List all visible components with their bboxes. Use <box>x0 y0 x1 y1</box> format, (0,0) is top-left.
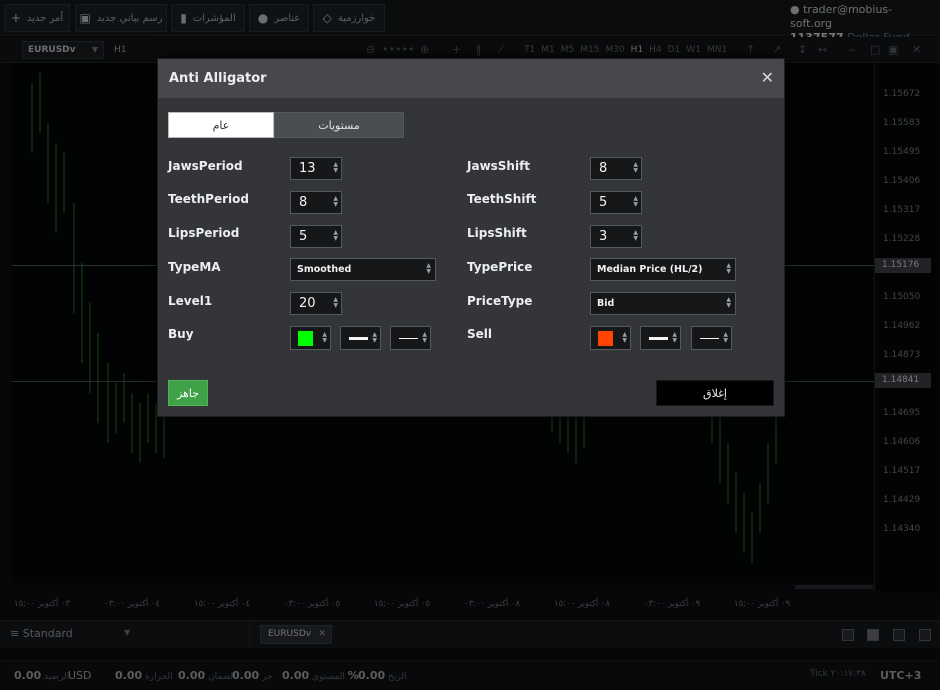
line-style-icon <box>399 338 418 339</box>
level1-input[interactable]: 20 ▲ ▼ <box>290 292 342 315</box>
buy-label: Buy <box>168 327 194 341</box>
ok-button[interactable]: جاهز <box>168 380 208 406</box>
indicator-settings-dialog: Anti Alligator ✕ عام مستويات JawsPeriod … <box>157 58 785 417</box>
dialog-header: Anti Alligator ✕ <box>158 59 784 98</box>
jaws-shift-value: 8 <box>599 161 608 176</box>
price-type-select[interactable]: Bid ▲ ▼ <box>590 292 736 315</box>
sell-label: Sell <box>467 327 493 341</box>
sell-line-width-select[interactable]: ▲ ▼ <box>640 326 681 350</box>
spinner-arrows-icon[interactable]: ▲ ▼ <box>633 230 638 242</box>
sell-color-picker[interactable]: ▲ ▼ <box>590 326 631 350</box>
teeth-shift-label: TeethShift <box>467 192 537 206</box>
spinner-arrows-icon[interactable]: ▲ ▼ <box>633 196 638 208</box>
select-arrows-icon: ▲ ▼ <box>726 296 731 309</box>
tab-levels[interactable]: مستويات <box>274 112 404 138</box>
level1-value: 20 <box>299 296 316 311</box>
line-style-icon <box>700 338 719 339</box>
select-arrows-icon: ▲ ▼ <box>422 331 427 344</box>
spinner-arrows-icon[interactable]: ▲ ▼ <box>333 297 338 309</box>
close-button[interactable]: إغلاق <box>656 380 774 406</box>
lips-shift-label: LipsShift <box>467 226 527 240</box>
select-arrows-icon: ▲ ▼ <box>426 262 431 275</box>
buy-line-style-select[interactable]: ▲ ▼ <box>390 326 431 350</box>
teeth-period-input[interactable]: 8 ▲ ▼ <box>290 191 342 214</box>
type-price-value: Median Price (HL/2) <box>597 264 703 275</box>
type-ma-select[interactable]: Smoothed ▲ ▼ <box>290 258 436 281</box>
sell-line-style-select[interactable]: ▲ ▼ <box>691 326 732 350</box>
close-icon[interactable]: ✕ <box>761 68 774 87</box>
select-arrows-icon: ▲ ▼ <box>322 331 327 344</box>
lips-period-input[interactable]: 5 ▲ ▼ <box>290 225 342 248</box>
type-price-label: TypePrice <box>467 260 533 274</box>
teeth-shift-value: 5 <box>599 195 608 210</box>
lips-shift-value: 3 <box>599 229 608 244</box>
lips-period-label: LipsPeriod <box>168 226 240 240</box>
line-width-icon <box>349 337 368 340</box>
select-arrows-icon: ▲ ▼ <box>723 331 728 344</box>
teeth-period-value: 8 <box>299 195 308 210</box>
price-type-label: PriceType <box>467 294 533 308</box>
buy-color-picker[interactable]: ▲ ▼ <box>290 326 331 350</box>
type-ma-label: TypeMA <box>168 260 221 274</box>
buy-line-width-select[interactable]: ▲ ▼ <box>340 326 381 350</box>
type-ma-value: Smoothed <box>297 264 352 275</box>
select-arrows-icon: ▲ ▼ <box>726 262 731 275</box>
tab-general[interactable]: عام <box>168 112 274 138</box>
jaws-period-value: 13 <box>299 161 316 176</box>
spinner-arrows-icon[interactable]: ▲ ▼ <box>333 162 338 174</box>
jaws-shift-input[interactable]: 8 ▲ ▼ <box>590 157 642 180</box>
price-type-value: Bid <box>597 298 615 309</box>
select-arrows-icon: ▲ ▼ <box>672 331 677 344</box>
select-arrows-icon: ▲ ▼ <box>372 331 377 344</box>
trading-app: + أمر جديد ▣ رسم بياني جديد ▮ المؤشرات ●… <box>0 0 940 690</box>
sell-color-swatch <box>598 331 613 346</box>
teeth-shift-input[interactable]: 5 ▲ ▼ <box>590 191 642 214</box>
level1-label: Level1 <box>168 294 213 308</box>
jaws-shift-label: JawsShift <box>467 159 531 173</box>
select-arrows-icon: ▲ ▼ <box>622 331 627 344</box>
spinner-arrows-icon[interactable]: ▲ ▼ <box>333 230 338 242</box>
line-width-icon <box>649 337 668 340</box>
buy-color-swatch <box>298 331 313 346</box>
lips-shift-input[interactable]: 3 ▲ ▼ <box>590 225 642 248</box>
spinner-arrows-icon[interactable]: ▲ ▼ <box>633 162 638 174</box>
spinner-arrows-icon[interactable]: ▲ ▼ <box>333 196 338 208</box>
jaws-period-input[interactable]: 13 ▲ ▼ <box>290 157 342 180</box>
lips-period-value: 5 <box>299 229 308 244</box>
dialog-tabs: عام مستويات <box>168 112 404 138</box>
type-price-select[interactable]: Median Price (HL/2) ▲ ▼ <box>590 258 736 281</box>
jaws-period-label: JawsPeriod <box>168 159 243 173</box>
dialog-title: Anti Alligator <box>169 71 267 86</box>
teeth-period-label: TeethPeriod <box>168 192 249 206</box>
